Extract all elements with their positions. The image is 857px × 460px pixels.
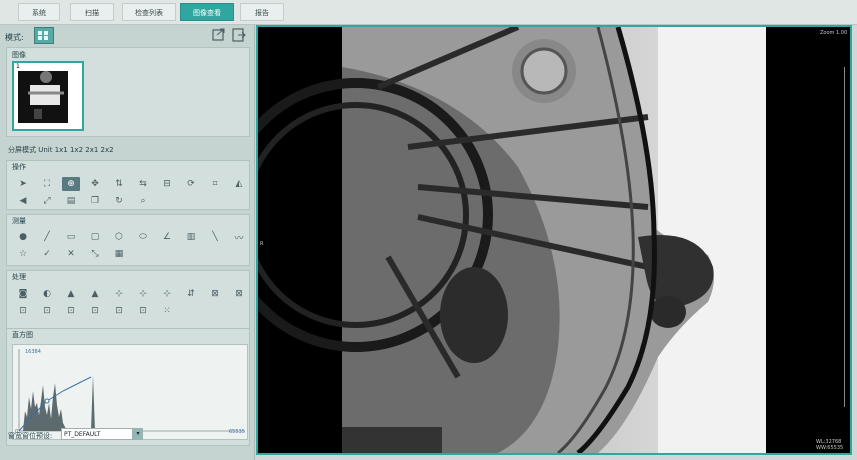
export-icon[interactable] <box>212 28 226 42</box>
thumbnails-label: 图像 <box>12 51 26 59</box>
preset-label: 窗宽窗位预设: <box>8 432 53 440</box>
process-label: 处理 <box>12 273 26 281</box>
lut-2-icon[interactable]: ⊡ <box>38 304 56 318</box>
smooth-icon[interactable]: ⊹ <box>134 287 152 301</box>
rotate-icon[interactable]: ⟳ <box>182 177 200 191</box>
contrast-icon[interactable]: ◭ <box>230 177 248 191</box>
pan-icon[interactable]: ✥ <box>86 177 104 191</box>
histogram-svg <box>18 349 245 432</box>
tab-image-view[interactable]: 图像查看 <box>180 3 234 21</box>
curve-icon[interactable]: 〰 <box>230 230 248 244</box>
measure-label: 测量 <box>12 217 26 225</box>
top-nav: 系统 扫描 检查列表 图像查看 报告 <box>0 0 857 25</box>
polygon-icon[interactable]: ⬡ <box>110 230 128 244</box>
preset-select[interactable]: PT_DEFAULT <box>61 428 133 440</box>
flip-horizontal-icon[interactable]: ⇆ <box>134 177 152 191</box>
scale-icon[interactable]: ⤡ <box>86 247 104 261</box>
ellipse-icon[interactable]: ⬭ <box>134 230 152 244</box>
lut-1-icon[interactable]: ⊡ <box>14 304 32 318</box>
window-level-icon[interactable]: ◙ <box>14 287 32 301</box>
rounded-rect-icon[interactable]: ▢ <box>86 230 104 244</box>
sharpen-plus-icon[interactable]: ⊹ <box>110 287 128 301</box>
histogram-label: 直方图 <box>12 331 33 339</box>
mode-grid-icon[interactable] <box>34 27 54 44</box>
lut-5-icon[interactable]: ⊡ <box>110 304 128 318</box>
angle-icon[interactable]: ∠ <box>158 230 176 244</box>
histogram-eq-icon[interactable]: ⊠ <box>206 287 224 301</box>
tab-report[interactable]: 报告 <box>240 3 284 21</box>
lut-4-icon[interactable]: ⊡ <box>86 304 104 318</box>
mirror-icon[interactable]: ⊟ <box>158 177 176 191</box>
exit-icon[interactable] <box>232 28 246 42</box>
tab-system[interactable]: 系统 <box>18 3 60 21</box>
xray-image <box>258 27 850 453</box>
orientation-marker: R <box>260 241 264 247</box>
thumbnail-image <box>14 63 82 129</box>
line-icon[interactable]: ╱ <box>38 230 56 244</box>
zoom-label: Zoom 1.00 <box>820 30 848 36</box>
flip-vertical-icon[interactable]: ⇅ <box>110 177 128 191</box>
window-level-readout: WL:32768 WW:65535 <box>816 439 844 451</box>
hist-top-value: 16384 <box>25 349 41 355</box>
enhance-icon[interactable]: ▲ <box>86 287 104 301</box>
refresh-icon[interactable]: ↻ <box>110 194 128 208</box>
preset-value: PT_DEFAULT <box>64 431 101 438</box>
sharpen-icon[interactable]: ▲ <box>62 287 80 301</box>
layout-row: 分屏模式 Unit 1x1 1x2 2x1 2x2 <box>6 141 250 157</box>
freehand-icon[interactable]: ╲ <box>206 230 224 244</box>
operations-tools: ➤ ⛶ ⊕ ✥ ⇅ ⇆ ⊟ ⟳ ⌗ ◭ ◀ ⤢ ▤ ❐ ↻ ⌕ <box>14 177 251 208</box>
invert-icon[interactable]: ◐ <box>38 287 56 301</box>
left-panel: 模式: 图像 1 分屏模式 Unit 1x1 1x2 2x1 2x2 操作 ➤ … <box>0 25 255 460</box>
check-icon[interactable]: ✓ <box>38 247 56 261</box>
process-tools: ◙ ◐ ▲ ▲ ⊹ ⊹ ⊹ ⇵ ⊠ ⊠ ⊡ ⊡ ⊡ ⊡ ⊡ ⊡ ⁙ <box>14 287 251 318</box>
lut-3-icon[interactable]: ⊡ <box>62 304 80 318</box>
pointer-icon[interactable]: ➤ <box>14 177 32 191</box>
chevron-down-icon[interactable]: ▾ <box>133 428 143 440</box>
layout-label[interactable]: 分屏模式 Unit 1x1 1x2 2x1 2x2 <box>8 145 114 155</box>
grid-icon[interactable]: ▥ <box>182 230 200 244</box>
operations-label: 操作 <box>12 163 26 171</box>
copy-icon[interactable]: ❐ <box>86 194 104 208</box>
mode-label: 模式: <box>5 33 24 42</box>
lut-6-icon[interactable]: ⊡ <box>134 304 152 318</box>
point-icon[interactable]: ● <box>14 230 32 244</box>
grid-dots-icon[interactable]: ⁙ <box>158 304 176 318</box>
table-icon[interactable]: ▦ <box>110 247 128 261</box>
rectangle-icon[interactable]: ▭ <box>62 230 80 244</box>
histogram-plot[interactable]: 16384 0 32768 65535 <box>12 344 248 440</box>
ruler <box>844 67 849 407</box>
measure-tools: ● ╱ ▭ ▢ ⬡ ⬭ ∠ ▥ ╲ 〰 ☆ ✓ ✕ ⤡ ▦ <box>14 230 251 261</box>
rotate-left-icon[interactable]: ◀ <box>14 194 32 208</box>
image-viewer[interactable]: Zoom 1.00 R WL:32768 WW:65535 <box>256 25 852 455</box>
tab-scan[interactable]: 扫描 <box>70 3 114 21</box>
film-icon[interactable]: ▤ <box>62 194 80 208</box>
false-color-icon[interactable]: ⊠ <box>230 287 248 301</box>
crop-icon[interactable]: ⌗ <box>206 177 224 191</box>
preset-row: 窗宽窗位预设: PT_DEFAULT ▾ <box>6 428 250 442</box>
tab-exam-list[interactable]: 检查列表 <box>122 3 176 21</box>
zoom-icon[interactable]: ⊕ <box>62 177 80 191</box>
delete-icon[interactable]: ✕ <box>62 247 80 261</box>
thumbnail-number: 1 <box>16 63 20 70</box>
image-thumbnail[interactable]: 1 <box>12 61 84 131</box>
edge-icon[interactable]: ⊹ <box>158 287 176 301</box>
star-icon[interactable]: ☆ <box>14 247 32 261</box>
filter-icon[interactable]: ⇵ <box>182 287 200 301</box>
magnifier-icon[interactable]: ⌕ <box>134 194 152 208</box>
expand-icon[interactable]: ⤢ <box>38 194 56 208</box>
fit-icon[interactable]: ⛶ <box>38 177 56 191</box>
